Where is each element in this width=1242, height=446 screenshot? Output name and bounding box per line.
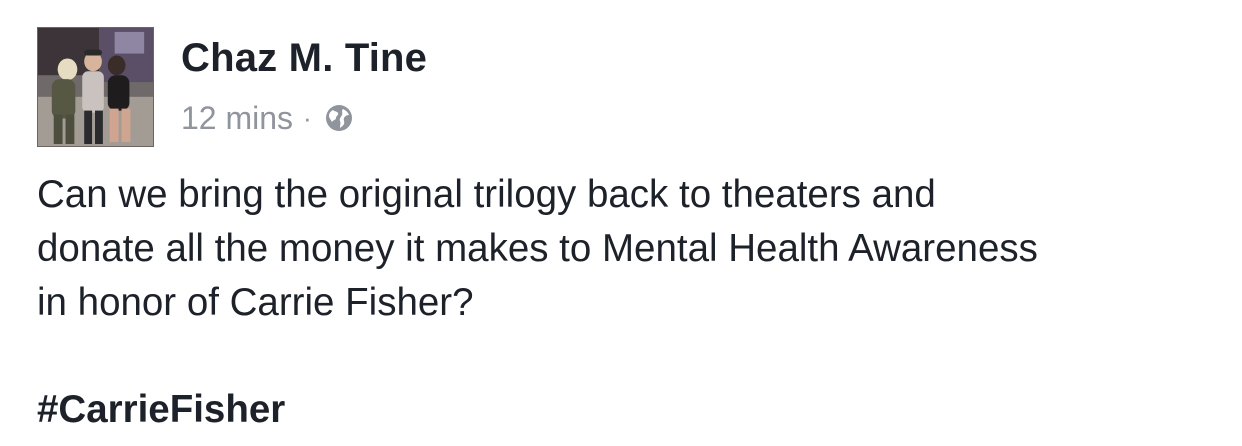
post-timestamp[interactable]: 12 mins xyxy=(181,100,293,137)
post-meta: 12 mins · xyxy=(181,98,354,138)
post-body-line: Can we bring the original trilogy back t… xyxy=(37,173,936,216)
post-body-line: donate all the money it makes to Mental … xyxy=(37,227,1038,270)
avatar-photo xyxy=(38,28,153,146)
hashtag-link[interactable]: #CarrieFisher xyxy=(37,383,285,437)
author-avatar[interactable] xyxy=(37,27,154,147)
post-body-line: in honor of Carrie Fisher? xyxy=(37,281,474,324)
meta-separator: · xyxy=(303,103,312,133)
globe-icon[interactable] xyxy=(324,103,354,133)
author-name[interactable]: Chaz M. Tine xyxy=(181,34,427,82)
post-body: Can we bring the original trilogy back t… xyxy=(37,168,1227,330)
